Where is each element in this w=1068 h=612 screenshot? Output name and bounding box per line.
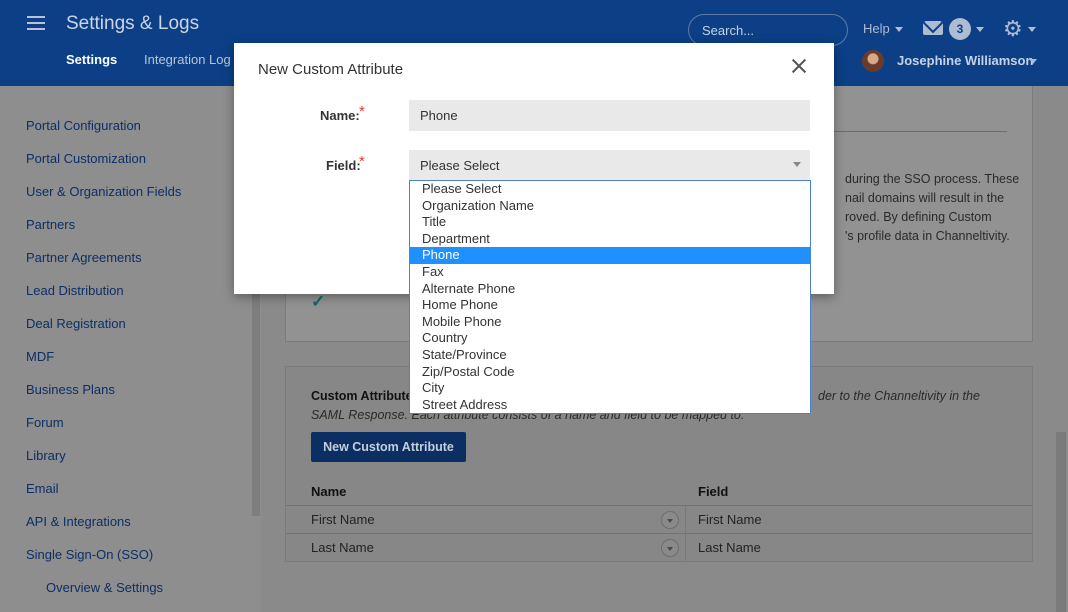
sidebar-item-sso[interactable]: Single Sign-On (SSO) xyxy=(26,547,153,562)
dropdown-option[interactable]: Mobile Phone xyxy=(410,314,810,331)
sidebar-item-library[interactable]: Library xyxy=(26,448,66,463)
check-icon: ✓ xyxy=(311,292,326,311)
name-label: Name: xyxy=(320,108,360,123)
user-chevron-down-icon xyxy=(1029,59,1037,64)
help-chevron-down-icon xyxy=(895,27,903,32)
sidebar-item-mdf[interactable]: MDF xyxy=(26,349,54,364)
dialog-title: New Custom Attribute xyxy=(258,61,404,78)
avatar[interactable] xyxy=(862,50,884,72)
new-custom-attribute-button[interactable]: New Custom Attribute xyxy=(311,432,466,462)
row-menu-chevron-icon[interactable] xyxy=(661,539,679,557)
dropdown-option[interactable]: Zip/Postal Code xyxy=(410,364,810,381)
sidebar-item-api-integrations[interactable]: API & Integrations xyxy=(26,514,131,529)
sidebar-item-portal-customization[interactable]: Portal Customization xyxy=(26,151,146,166)
custom-attributes-description: der to the Channeltivity in the xyxy=(818,389,980,403)
sidebar-item-deal-registration[interactable]: Deal Registration xyxy=(26,316,126,331)
table-cell-name: Last Name xyxy=(311,540,374,555)
gear-icon[interactable]: ⚙ xyxy=(1003,18,1023,40)
dropdown-option[interactable]: Organization Name xyxy=(410,198,810,215)
sidebar-item-email[interactable]: Email xyxy=(26,481,59,496)
required-marker: * xyxy=(359,103,365,120)
field-select[interactable]: Please Select xyxy=(409,150,810,181)
chevron-down-icon xyxy=(793,162,801,167)
mail-icon[interactable] xyxy=(923,21,943,35)
user-menu[interactable]: Josephine Williamson xyxy=(897,53,1033,68)
close-icon[interactable] xyxy=(791,58,807,74)
required-marker: * xyxy=(359,153,365,170)
row-menu-chevron-icon[interactable] xyxy=(661,511,679,529)
column-header-name: Name xyxy=(311,484,347,499)
column-header-field: Field xyxy=(698,484,729,499)
dropdown-option[interactable]: Department xyxy=(410,231,810,248)
help-menu[interactable]: Help xyxy=(863,21,890,36)
row-divider xyxy=(286,533,1032,534)
mail-chevron-down-icon xyxy=(976,27,984,32)
sidebar-item-portal-configuration[interactable]: Portal Configuration xyxy=(26,118,141,133)
dropdown-option[interactable]: Home Phone xyxy=(410,297,810,314)
sidebar-item-overview-settings[interactable]: Overview & Settings xyxy=(46,580,163,595)
dropdown-option[interactable]: Title xyxy=(410,214,810,231)
sso-description-line: nail domains will result in the xyxy=(845,191,1005,205)
dropdown-option[interactable]: City xyxy=(410,380,810,397)
notification-badge[interactable]: 3 xyxy=(949,18,971,40)
table-header xyxy=(286,478,1032,506)
dropdown-option[interactable]: Street Address xyxy=(410,397,810,414)
tab-settings[interactable]: Settings xyxy=(66,52,117,67)
dropdown-option[interactable]: Please Select xyxy=(410,181,810,198)
settings-chevron-down-icon xyxy=(1028,27,1036,32)
custom-attributes-title: Custom Attribute xyxy=(311,389,413,403)
sidebar-item-forum[interactable]: Forum xyxy=(26,415,64,430)
table-cell-field: First Name xyxy=(698,512,762,527)
table-cell-name: First Name xyxy=(311,512,375,527)
sso-description-line: during the SSO process. These xyxy=(845,172,1020,186)
main-scrollbar[interactable] xyxy=(1056,432,1066,612)
column-divider xyxy=(685,506,686,562)
field-label: Field: xyxy=(326,158,361,173)
dropdown-option[interactable]: Country xyxy=(410,330,810,347)
search-input[interactable]: Search... xyxy=(688,14,848,46)
sidebar-item-user-organization-fields[interactable]: User & Organization Fields xyxy=(26,184,181,199)
sidebar-item-lead-distribution[interactable]: Lead Distribution xyxy=(26,283,124,298)
sidebar-item-partners[interactable]: Partners xyxy=(26,217,75,232)
sidebar-item-business-plans[interactable]: Business Plans xyxy=(26,382,115,397)
divider xyxy=(834,131,1007,132)
dropdown-option[interactable]: State/Province xyxy=(410,347,810,364)
menu-icon[interactable] xyxy=(27,16,45,30)
name-field[interactable] xyxy=(409,100,810,131)
dropdown-option[interactable]: Phone xyxy=(410,247,810,264)
tab-integration-log[interactable]: Integration Log xyxy=(144,52,231,67)
sso-description-line: 's profile data in Channeltivity. xyxy=(845,229,1010,243)
field-dropdown-list: Please Select Organization Name Title Depar… xyxy=(409,180,811,414)
dropdown-option[interactable]: Fax xyxy=(410,264,810,281)
sidebar-item-partner-agreements[interactable]: Partner Agreements xyxy=(26,250,142,265)
dropdown-option[interactable]: Alternate Phone xyxy=(410,281,810,298)
sso-description-line: roved. By defining Custom xyxy=(845,210,992,224)
app-title: Settings & Logs xyxy=(66,13,200,34)
table-cell-field: Last Name xyxy=(698,540,761,555)
